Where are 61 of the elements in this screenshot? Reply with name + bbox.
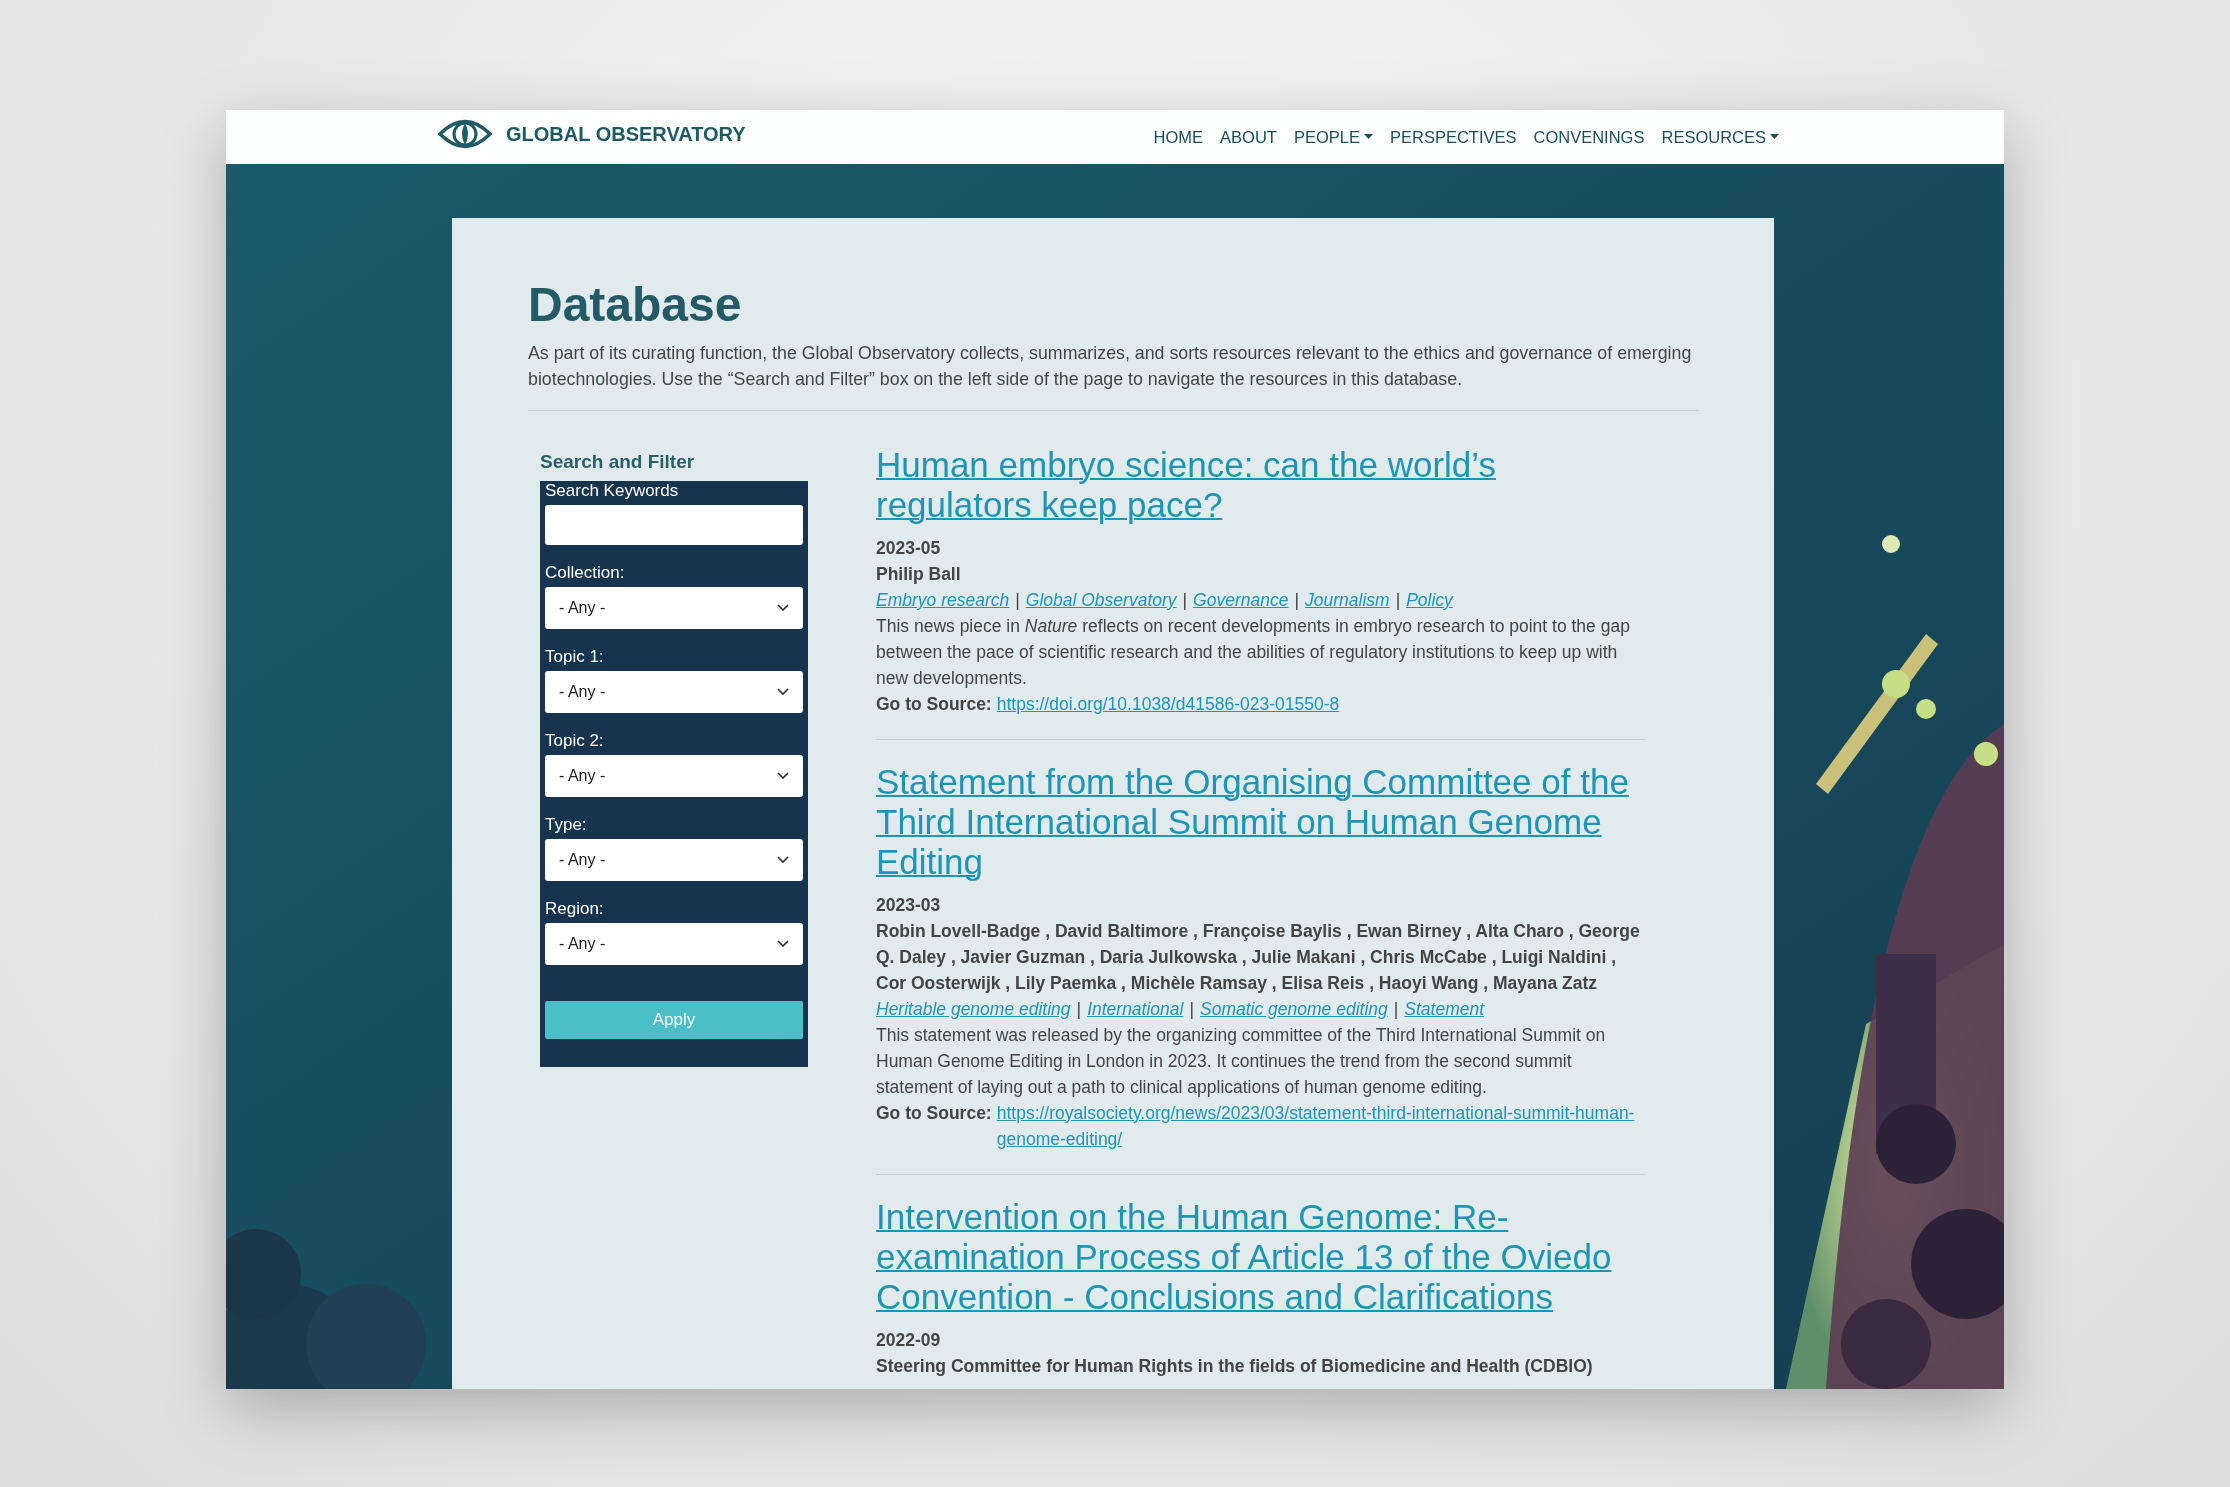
separator: |: [1393, 997, 1399, 1021]
field-label: Search Keywords: [545, 480, 680, 501]
apply-button[interactable]: Apply: [545, 1000, 803, 1039]
tag-link[interactable]: Embryo research: [876, 586, 1010, 613]
nav-link[interactable]: ABOUT: [1220, 127, 1277, 147]
article-date: 2022-09: [876, 1328, 942, 1352]
field-label: Topic 1:: [545, 646, 605, 667]
article-authors: Robin Lovell-Badge , David Baltimore , Françoise Baylis , Ewan Birney , Alta Charo , George Q. Daley , Javier Guzman , Daria Julkowska , Julie Makani , Chris McCabe , Luigi Naldini , Cor Oosterwijk , Lily Paemka , Michèle Ramsay , Elisa Reis , Haoyi Wang , Mayana Zatz: [876, 919, 1641, 995]
article-title-link[interactable]: Intervention on the Human Genome: Re-examination Process of Article 13 of the Oviedo Convention - Conclusions and Clarifications: [876, 1196, 1646, 1317]
article-summary: This statement was released by the organizing committee of the Third International Summit on Human Genome Editing in London in 2023. It continues the trend from the second summit statement of laying out a path to clinical applications of human genome editing.: [876, 1023, 1607, 1099]
source-link[interactable]: https://doi.org/10.1038/d41586-023-01550-8: [996, 690, 1646, 717]
search-field[interactable]: [545, 504, 803, 545]
select-field[interactable]: - Any -: [545, 754, 803, 797]
article-date: 2023-05: [876, 536, 942, 560]
nav-link[interactable]: PERSPECTIVES: [1390, 127, 1517, 147]
intro-paragraph: As part of its curating function, the Global Observatory collects, summarizes, and sorts resources relevant to the ethics and governance of emerging biotechnologies. Use the “Search and Filter” box on the left side of the page to navigate the resources in this database.: [528, 341, 1693, 391]
article-date: 2023-03: [876, 893, 942, 917]
site-title[interactable]: GLOBAL OBSERVATORY: [506, 122, 746, 146]
chevron-icon: [777, 687, 789, 696]
nav-link[interactable]: CONVENINGS: [1533, 127, 1645, 147]
field-label: Topic 2:: [545, 730, 605, 751]
chevron-icon: [777, 771, 789, 780]
field-label: Region:: [545, 898, 605, 919]
field-label: Collection:: [545, 562, 626, 583]
chevron-icon: [777, 855, 789, 864]
article-authors: Steering Committee for Human Rights in the fields of Biomedicine and Health (CDBIO): [876, 1354, 1594, 1378]
chevron-icon: [777, 603, 789, 612]
select-field[interactable]: - Any -: [545, 670, 803, 713]
tag-link[interactable]: Statement: [1404, 995, 1485, 1022]
tag-link[interactable]: Policy: [1406, 586, 1453, 613]
source-label: Go to Source:: [876, 1101, 992, 1125]
separator: |: [1189, 997, 1194, 1021]
separator: |: [1015, 588, 1020, 612]
select-field[interactable]: - Any -: [545, 838, 803, 881]
tag-link[interactable]: Somatic genome editing: [1200, 995, 1388, 1022]
article-authors: Philip Ball: [876, 562, 962, 586]
separator: |: [1182, 588, 1188, 612]
field-label: Type:: [545, 814, 588, 835]
source-link[interactable]: https://royalsociety.org/news/2023/03/statement-third-international-summit-human-genome-editing/: [996, 1099, 1646, 1152]
separator: |: [1395, 588, 1401, 612]
nav-link[interactable]: RESOURCES: [1661, 127, 1779, 147]
select-field[interactable]: - Any -: [545, 586, 803, 629]
separator: |: [1294, 588, 1299, 612]
caret-icon: [1770, 134, 1779, 140]
chevron-icon: [777, 939, 789, 948]
source-label: Go to Source:: [876, 692, 992, 716]
tag-link[interactable]: Governance: [1193, 586, 1289, 613]
tag-link[interactable]: Global Observatory: [1025, 586, 1177, 613]
article-title-link[interactable]: Human embryo science: can the world’s regulators keep pace?: [876, 444, 1646, 525]
article-summary: This news piece in Nature reflects on recent developments in embryo research to point to the gap between the pace of scientific research and the abilities of regulatory institutions to keep up with new developments.: [876, 614, 1631, 690]
nav-link[interactable]: HOME: [1153, 127, 1204, 147]
tag-link[interactable]: Journalism: [1305, 586, 1390, 613]
caret-icon: [1364, 134, 1373, 140]
select-field[interactable]: - Any -: [545, 922, 803, 965]
nav-link[interactable]: PEOPLE: [1293, 127, 1373, 147]
article-title-link[interactable]: Statement from the Organising Committee of the Third International Summit on Human Genome Editing: [876, 761, 1646, 882]
separator: |: [1076, 997, 1082, 1021]
filter-heading: Search and Filter: [540, 450, 696, 473]
page-title: Database: [528, 277, 743, 333]
tag-link[interactable]: Heritable genome editing: [876, 995, 1071, 1022]
tag-link[interactable]: International: [1087, 995, 1184, 1022]
